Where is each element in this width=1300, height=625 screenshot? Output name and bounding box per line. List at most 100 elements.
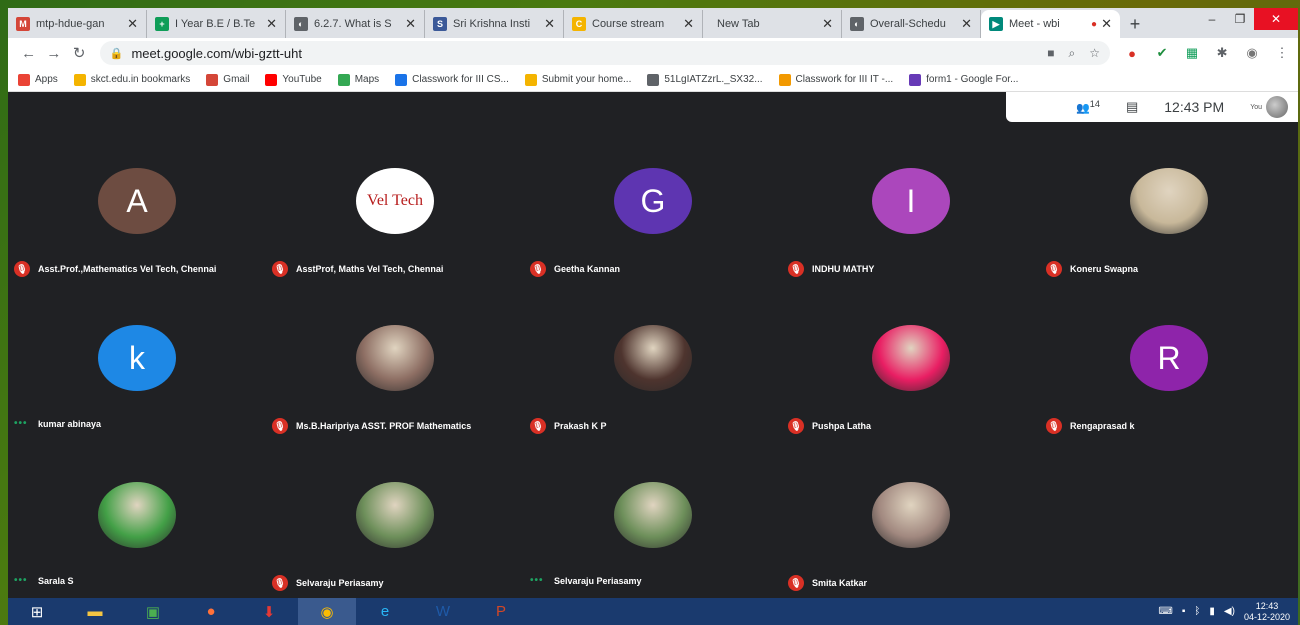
tab-title: 6.2.7. What is S <box>314 18 392 30</box>
reload-icon[interactable]: ↻ <box>67 44 92 62</box>
bookmark-item[interactable]: form1 - Google For... <box>909 73 1018 86</box>
bookmark-label: Maps <box>354 74 380 85</box>
participant-name-row: 🎙 Smita Katkar <box>788 575 867 591</box>
browser-tab[interactable]: ◐ 6.2.7. What is S ✕ <box>286 10 425 38</box>
tab-close-icon[interactable]: ✕ <box>405 16 416 32</box>
participant-name-row: 🎙 INDHU MATHY <box>788 261 874 277</box>
participant-tile[interactable]: 🎙 Ms.B.Haripriya ASST. PROF Mathematics <box>266 325 524 475</box>
chat-icon[interactable]: ▤ <box>1126 99 1138 115</box>
speaking-dots-icon: ••• <box>530 575 544 586</box>
lock-icon[interactable]: 🔒 <box>110 47 124 60</box>
powerpoint-icon[interactable]: P <box>472 598 530 625</box>
browser-tab[interactable]: ▶ Meet - wbi ● ✕ <box>981 10 1120 38</box>
menu-icon[interactable]: ⋮ <box>1274 45 1290 61</box>
bookmark-item[interactable]: YouTube <box>265 73 322 86</box>
tab-favicon-icon: ◐ <box>294 17 308 31</box>
back-icon[interactable]: ← <box>16 45 41 62</box>
word-icon[interactable]: W <box>414 598 472 625</box>
participant-tile[interactable]: I 🎙 INDHU MATHY <box>782 168 1040 318</box>
browser-tab[interactable]: S Sri Krishna Insti ✕ <box>425 10 564 38</box>
bookmark-star-icon[interactable]: ☆ <box>1089 46 1100 61</box>
mic-off-icon: 🎙 <box>788 418 804 434</box>
new-tab-button[interactable]: + <box>1120 10 1150 38</box>
you-label: You <box>1250 103 1262 111</box>
forward-icon[interactable]: → <box>41 45 66 62</box>
bookmark-item[interactable]: Apps <box>18 73 58 86</box>
avatar: I <box>872 168 950 234</box>
bookmark-item[interactable]: Classwork for III IT -... <box>778 73 894 86</box>
network-icon[interactable]: ▮ <box>1209 606 1215 617</box>
bookmark-label: Classwork for III IT -... <box>795 74 894 85</box>
start-button-icon[interactable]: ⊞ <box>8 598 66 625</box>
mic-off-icon: 🎙 <box>788 261 804 277</box>
ie-icon[interactable]: e <box>356 598 414 625</box>
participant-tile[interactable]: 🎙 Pushpa Latha <box>782 325 1040 475</box>
address-bar[interactable]: 🔒 meet.google.com/wbi-gztt-uht ■ ⌕ ☆ <box>99 41 1111 65</box>
avatar-initial: Vel Tech <box>367 192 423 209</box>
tab-close-icon[interactable]: ✕ <box>266 16 277 32</box>
close-window-button[interactable]: ✕ <box>1254 8 1298 30</box>
tab-close-icon[interactable]: ✕ <box>822 16 833 32</box>
tab-close-icon[interactable]: ✕ <box>544 16 555 32</box>
participant-tile[interactable]: 🎙 Koneru Swapna <box>1040 168 1298 318</box>
extension-red-icon[interactable]: ● <box>1124 45 1140 61</box>
tab-favicon-icon: ▶ <box>989 17 1003 31</box>
avatar-initial: I <box>906 182 916 219</box>
participant-tile[interactable]: G 🎙 Geetha Kannan <box>524 168 782 318</box>
profile-avatar[interactable]: ◉ <box>1244 45 1260 61</box>
browser-tab[interactable]: Mmtp-hdue-gan ✕ <box>8 10 147 38</box>
tab-title: I Year B.E / B.Te <box>175 18 256 30</box>
bookmark-item[interactable]: skct.edu.in bookmarks <box>73 73 190 86</box>
browser-tab[interactable]: C Course stream ✕ <box>564 10 703 38</box>
browser-tab[interactable]: + I Year B.E / B.Te ✕ <box>147 10 286 38</box>
avatar <box>98 482 176 548</box>
browser-tab[interactable]: ◐ Overall-Schedu ✕ <box>842 10 981 38</box>
participant-tile[interactable]: A 🎙 Asst.Prof.,Mathematics Vel Tech, Chenn… <box>8 168 266 318</box>
tab-close-icon[interactable]: ✕ <box>127 16 138 32</box>
bookmark-item[interactable]: Maps <box>337 73 380 86</box>
avatar: A <box>98 168 176 234</box>
participant-name: Koneru Swapna <box>1070 264 1139 274</box>
chrome-icon[interactable]: ◉ <box>298 598 356 625</box>
bookmark-icon <box>265 73 278 86</box>
participant-name-row: 🎙 Selvaraju Periasamy <box>272 575 384 591</box>
participant-tile[interactable]: k ••• kumar abinaya <box>8 325 266 475</box>
mic-off-icon: 🎙 <box>1046 418 1062 434</box>
browser-window: Mmtp-hdue-gan ✕ + I Year B.E / B.Te ✕ ◐ 6.2.7.… <box>8 8 1298 625</box>
minimize-button[interactable]: – <box>1198 8 1226 30</box>
keyboard-icon[interactable]: ⌨ <box>1158 606 1172 617</box>
bookmark-item[interactable]: Gmail <box>206 73 249 86</box>
bluetooth-icon[interactable]: ᛒ <box>1194 606 1200 617</box>
participant-tile[interactable]: 🎙 Prakash K P <box>524 325 782 475</box>
tab-close-icon[interactable]: ✕ <box>683 16 694 32</box>
tab-close-icon[interactable]: ✕ <box>961 16 972 32</box>
volume-icon[interactable]: ◀) <box>1224 606 1235 617</box>
participant-tile[interactable]: Vel Tech 🎙 AsstProf, Maths Vel Tech, Chenn… <box>266 168 524 318</box>
store-icon[interactable]: ▣ <box>124 598 182 625</box>
firefox-icon[interactable]: ● <box>182 598 240 625</box>
zoom-icon[interactable]: ⌕ <box>1069 46 1076 61</box>
extension-sheets-icon[interactable]: ▦ <box>1184 45 1200 61</box>
tab-close-icon[interactable]: ✕ <box>1101 16 1112 32</box>
browser-tab[interactable]: New Tab ✕ <box>703 10 842 38</box>
participants-icon[interactable]: 👥14 <box>1076 99 1100 115</box>
file-explorer-icon[interactable]: ▬ <box>66 598 124 625</box>
maximize-button[interactable]: ❐ <box>1226 8 1254 30</box>
mic-off-icon: 🎙 <box>272 261 288 277</box>
taskbar-clock[interactable]: 12:43 04-12-2020 <box>1244 601 1290 623</box>
extension-check-icon[interactable]: ✔ <box>1154 45 1170 61</box>
bookmark-item[interactable]: Classwork for III CS... <box>395 73 509 86</box>
self-view[interactable]: You <box>1250 96 1288 118</box>
avatar-initial: k <box>129 339 145 376</box>
camera-icon[interactable]: ■ <box>1047 46 1054 61</box>
mic-off-icon: 🎙 <box>14 261 30 277</box>
bookmark-item[interactable]: 51LgIATZzrL._SX32... <box>647 73 763 86</box>
avatar <box>614 482 692 548</box>
participant-name-row: ••• Selvaraju Periasamy <box>530 575 642 586</box>
bookmark-item[interactable]: Submit your home... <box>524 73 631 86</box>
extensions-puzzle-icon[interactable]: ✱ <box>1214 45 1230 61</box>
participant-tile[interactable]: R 🎙 Rengaprasad k <box>1040 325 1298 475</box>
tray-app-icon[interactable]: ▪ <box>1182 606 1186 617</box>
download-icon[interactable]: ⬇ <box>240 598 298 625</box>
tab-favicon-icon: ◐ <box>850 17 864 31</box>
